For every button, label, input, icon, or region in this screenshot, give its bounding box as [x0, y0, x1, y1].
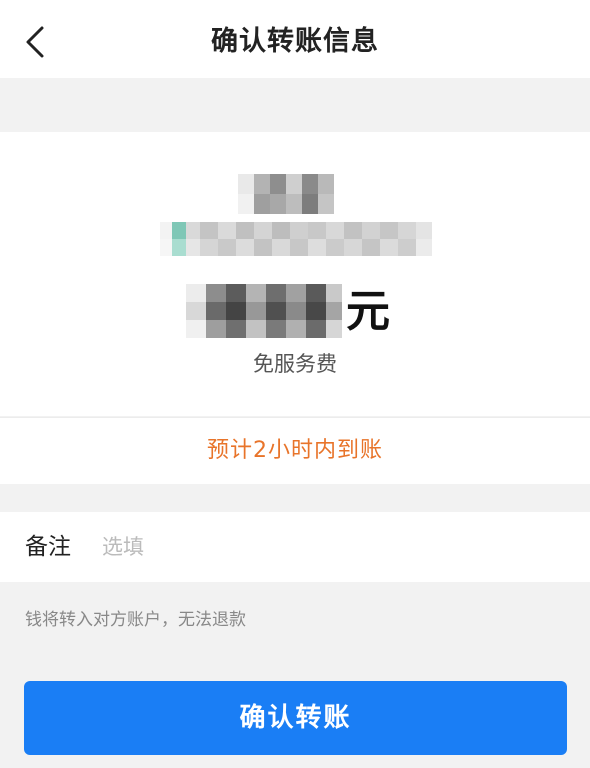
- arrival-eta-text: 预计2小时内到账: [207, 438, 383, 463]
- arrival-eta-row: 预计2小时内到账: [0, 417, 590, 484]
- confirm-transfer-button[interactable]: 确认转账: [24, 681, 567, 755]
- transfer-amount-redacted: [186, 284, 342, 338]
- recipient-name-redacted: [238, 174, 342, 214]
- recipient-account-redacted: [160, 222, 432, 256]
- remark-input[interactable]: [102, 526, 562, 568]
- remark-row: 备注: [0, 512, 590, 582]
- page-title: 确认转账信息: [211, 26, 379, 57]
- navigation-bar: 确认转账信息: [0, 0, 590, 78]
- no-refund-warning: 钱将转入对方账户，无法退款: [25, 610, 246, 630]
- remark-label: 备注: [25, 534, 71, 560]
- currency-unit: 元: [346, 286, 390, 337]
- fee-note: 免服务费: [253, 352, 337, 376]
